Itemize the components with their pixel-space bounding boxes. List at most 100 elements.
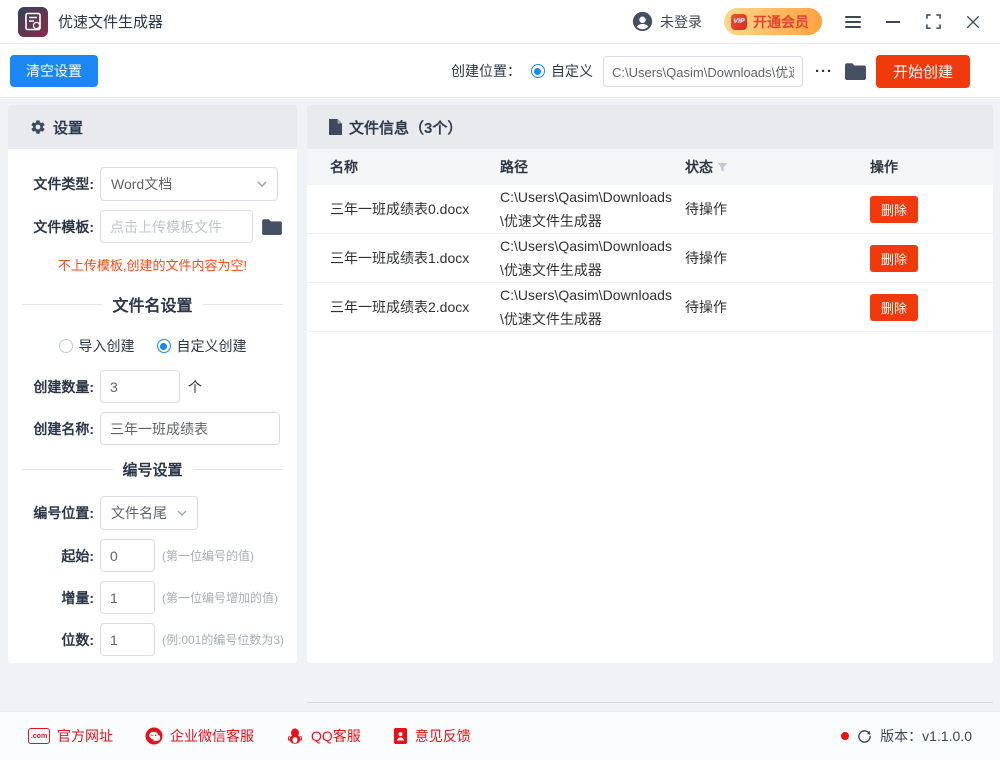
main-area: 设置 文件类型: Word文档 文件模板:: [0, 99, 1000, 711]
browse-more-button[interactable]: ···: [813, 63, 835, 80]
file-action-cell: 删除: [870, 294, 970, 321]
file-path-cell: C:\Users\Qasim\Downloads\优速文件生成器: [500, 283, 685, 331]
wechat-support-link[interactable]: 企业微信客服: [145, 726, 254, 746]
login-status-label: 未登录: [660, 12, 702, 32]
menu-icon[interactable]: [844, 13, 862, 31]
increment-input[interactable]: [100, 581, 155, 614]
table-row: 三年一班成绩表0.docx C:\Users\Qasim\Downloads\优…: [307, 185, 993, 234]
delete-button[interactable]: 删除: [870, 294, 918, 321]
gear-icon: [30, 119, 46, 135]
feedback-icon: [393, 727, 408, 745]
column-status: 状态: [685, 157, 870, 177]
import-create-radio[interactable]: 导入创建: [59, 336, 135, 356]
start-create-button[interactable]: 开始创建: [876, 55, 970, 88]
official-website-link[interactable]: .com 官方网址: [28, 726, 113, 746]
app-logo-icon: [18, 7, 48, 37]
delete-button[interactable]: 删除: [870, 245, 918, 272]
files-panel: 文件信息（3个） 名称 路径 状态 操作 三年一班成绩表0.docx C:\U: [307, 105, 993, 663]
close-icon[interactable]: [964, 13, 982, 31]
create-mode-radio-group: 导入创建 自定义创建: [8, 336, 297, 356]
qq-icon: [286, 727, 304, 745]
create-count-label: 创建数量:: [8, 377, 94, 397]
file-name-cell: 三年一班成绩表0.docx: [330, 199, 500, 219]
file-type-label: 文件类型:: [8, 174, 94, 194]
file-template-input[interactable]: [100, 210, 253, 243]
file-path-cell: C:\Users\Qasim\Downloads\优速文件生成器: [500, 234, 685, 282]
clear-settings-button[interactable]: 清空设置: [10, 55, 98, 87]
column-action: 操作: [870, 157, 970, 177]
file-status-cell: 待操作: [685, 199, 870, 219]
file-action-cell: 删除: [870, 245, 970, 272]
create-location-label: 创建位置：: [451, 61, 521, 81]
number-position-label: 编号位置:: [8, 503, 94, 523]
login-status[interactable]: 未登录: [632, 11, 702, 32]
dot-com-icon: .com: [28, 728, 50, 744]
open-vip-button[interactable]: VIP 开通会员: [724, 8, 822, 35]
radio-selected-icon: [531, 64, 545, 78]
upload-folder-icon[interactable]: [262, 219, 282, 235]
toolbar: 清空设置 创建位置： 自定义 ··· 开始创建: [0, 45, 1000, 98]
file-name-cell: 三年一班成绩表1.docx: [330, 248, 500, 268]
user-avatar-icon: [632, 11, 653, 32]
qq-support-link[interactable]: QQ客服: [286, 726, 361, 746]
footer: .com 官方网址 企业微信客服: [0, 711, 1000, 760]
custom-location-radio[interactable]: 自定义: [531, 61, 593, 81]
digits-hint: (例:001的编号位数为3): [162, 631, 284, 648]
vip-icon: VIP: [731, 14, 747, 30]
create-count-input[interactable]: [100, 370, 180, 403]
filename-section-divider: 文件名设置: [22, 292, 283, 316]
settings-panel-header: 设置: [8, 105, 297, 149]
create-location-input[interactable]: [603, 56, 803, 87]
chevron-down-icon: [257, 181, 267, 187]
column-name: 名称: [330, 157, 500, 177]
table-row: 三年一班成绩表2.docx C:\Users\Qasim\Downloads\优…: [307, 283, 993, 332]
file-template-label: 文件模板:: [8, 217, 94, 237]
filename-section-title: 文件名设置: [113, 292, 193, 316]
template-warning-text: 不上传模板,创建的文件内容为空!: [14, 255, 291, 274]
chevron-down-icon: [177, 510, 187, 516]
wechat-icon: [145, 727, 163, 745]
titlebar: 优速文件生成器 未登录 VIP 开通会员: [0, 0, 1000, 44]
radio-unselected-icon: [59, 339, 73, 353]
count-unit-label: 个: [188, 377, 202, 397]
settings-panel: 设置 文件类型: Word文档 文件模板:: [8, 105, 297, 663]
table-row: 三年一班成绩表1.docx C:\Users\Qasim\Downloads\优…: [307, 234, 993, 283]
bottom-divider: [307, 702, 993, 703]
vip-button-label: 开通会员: [753, 12, 809, 32]
column-path: 路径: [500, 157, 685, 177]
number-position-select[interactable]: 文件名尾: [100, 496, 198, 530]
create-name-input[interactable]: [100, 412, 280, 445]
app-title: 优速文件生成器: [58, 11, 163, 32]
filter-funnel-icon[interactable]: [717, 162, 728, 173]
app-window: 优速文件生成器 未登录 VIP 开通会员: [0, 0, 1000, 760]
document-icon: [329, 119, 342, 135]
status-dot: [841, 732, 849, 740]
file-status-cell: 待操作: [685, 297, 870, 317]
start-number-input[interactable]: [100, 539, 155, 572]
delete-button[interactable]: 删除: [870, 196, 918, 223]
digits-input[interactable]: [100, 623, 155, 656]
refresh-icon[interactable]: [857, 729, 872, 744]
files-panel-header: 文件信息（3个）: [307, 105, 993, 149]
file-path-cell: C:\Users\Qasim\Downloads\优速文件生成器: [500, 185, 685, 233]
settings-panel-title: 设置: [53, 117, 83, 138]
version-label: 版本：v1.1.0.0: [880, 726, 972, 746]
open-folder-icon[interactable]: [845, 63, 866, 80]
radio-selected-icon: [157, 339, 171, 353]
start-number-label: 起始:: [8, 546, 94, 566]
file-action-cell: 删除: [870, 196, 970, 223]
increment-label: 增量:: [8, 588, 94, 608]
increment-hint: (第一位编号增加的值): [162, 589, 278, 606]
start-number-hint: (第一位编号的值): [162, 547, 254, 564]
minimize-icon[interactable]: [884, 13, 902, 31]
feedback-link[interactable]: 意见反馈: [393, 726, 471, 746]
digits-label: 位数:: [8, 630, 94, 650]
maximize-icon[interactable]: [924, 13, 942, 31]
files-panel-title: 文件信息（3个）: [349, 117, 462, 138]
file-type-select[interactable]: Word文档: [100, 167, 278, 201]
numbering-section-divider: 编号设置: [22, 459, 283, 480]
custom-create-radio[interactable]: 自定义创建: [157, 336, 247, 356]
files-table-body: 三年一班成绩表0.docx C:\Users\Qasim\Downloads\优…: [307, 185, 993, 332]
file-name-cell: 三年一班成绩表2.docx: [330, 297, 500, 317]
files-table-header: 名称 路径 状态 操作: [307, 149, 993, 185]
